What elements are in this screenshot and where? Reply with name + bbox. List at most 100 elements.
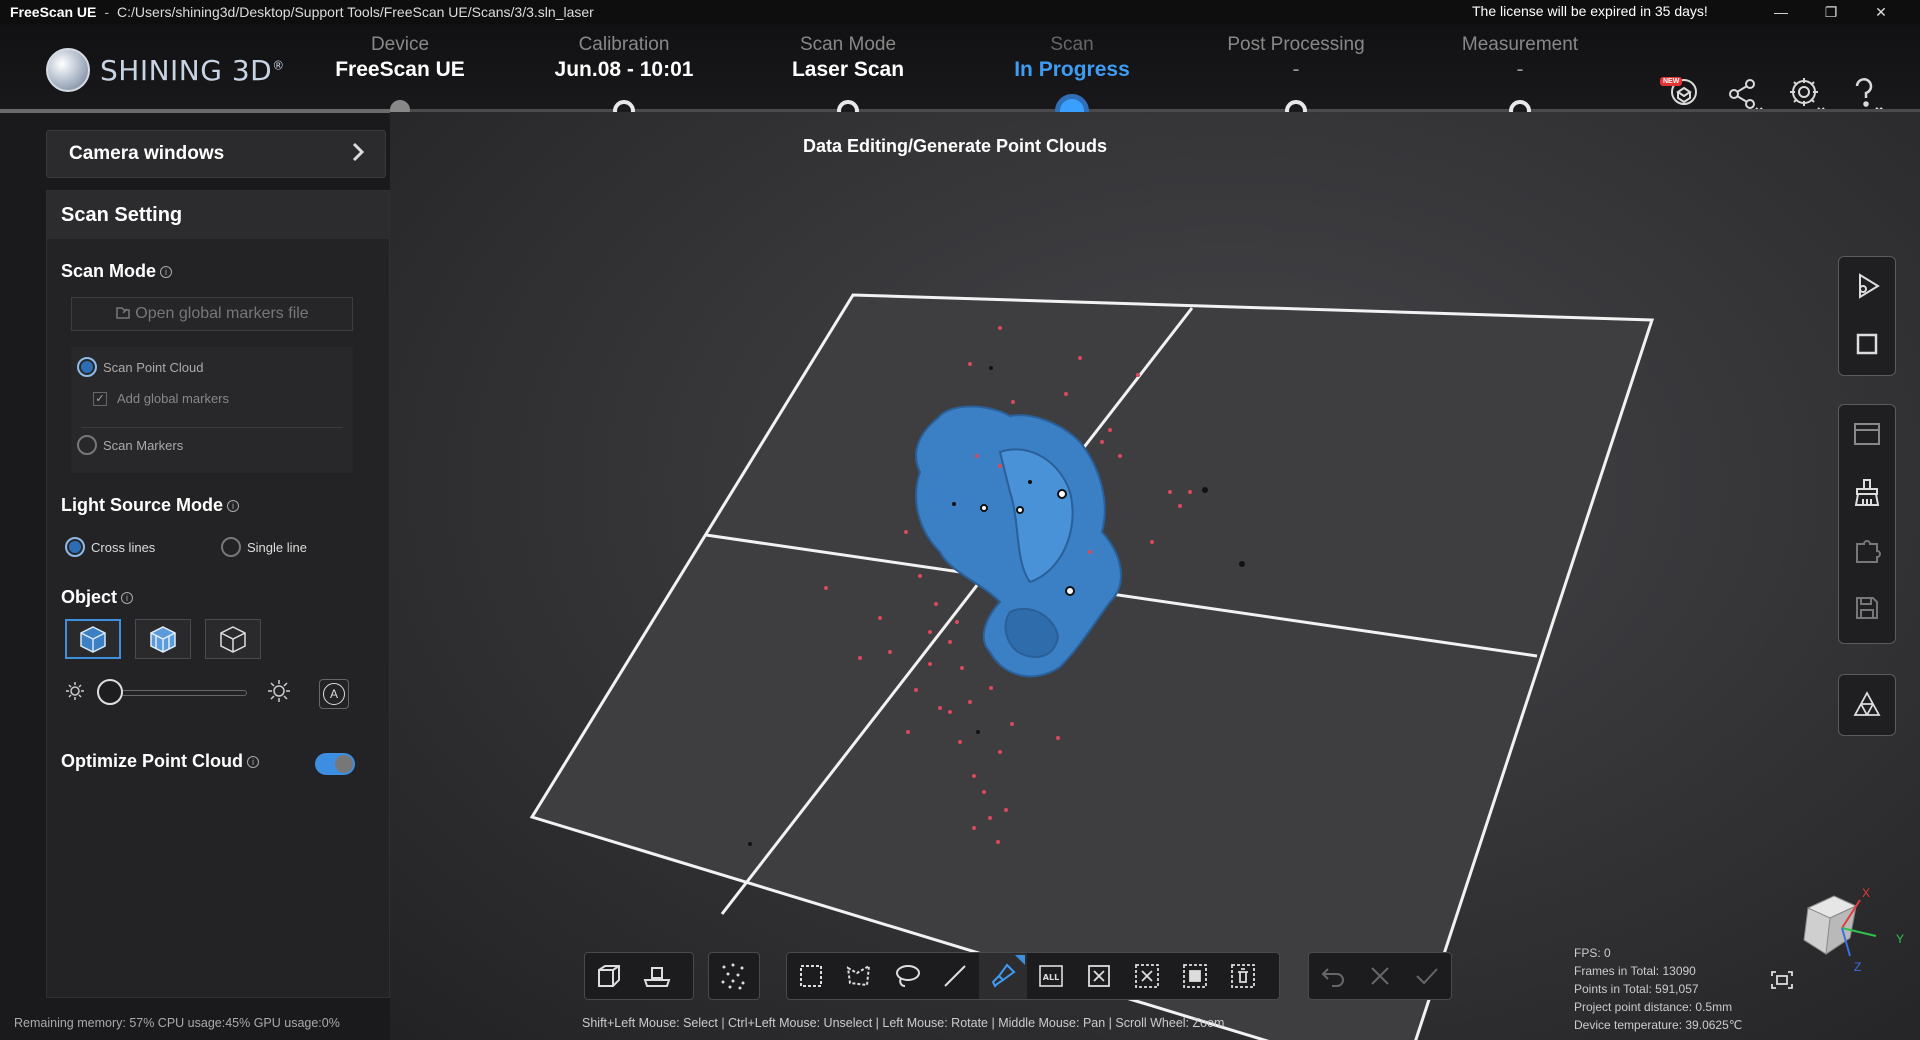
invert-select-icon <box>1135 964 1159 988</box>
point-display-button[interactable] <box>709 953 757 999</box>
step-measurement[interactable]: Measurement - <box>1410 34 1630 82</box>
window-toggle-button[interactable] <box>1839 405 1895 463</box>
scan-point-cloud-radio[interactable]: Scan Point Cloud <box>77 357 203 377</box>
save-button[interactable] <box>1839 579 1895 637</box>
step-post-processing[interactable]: Post Processing - <box>1186 34 1406 82</box>
undo-button[interactable] <box>1309 953 1356 999</box>
object-label: Object <box>61 587 118 607</box>
stop-scan-button[interactable] <box>1839 315 1895 373</box>
polygon-select-button[interactable] <box>835 953 883 999</box>
scan-stats: FPS: 0 Frames in Total: 13090 Points in … <box>1574 944 1742 1034</box>
history-toolbar <box>1308 952 1452 1000</box>
new-badge: NEW <box>1660 77 1683 86</box>
close-button[interactable]: ✕ <box>1858 0 1904 24</box>
line-select-button[interactable] <box>931 953 979 999</box>
info-icon[interactable]: i <box>227 500 239 512</box>
settings-gear-icon[interactable] <box>1786 74 1826 114</box>
fit-view-icon[interactable] <box>1770 970 1794 990</box>
slider-track[interactable] <box>121 690 247 696</box>
share-icon[interactable] <box>1724 74 1764 114</box>
cube-view-icon <box>598 965 620 987</box>
info-icon[interactable]: i <box>121 592 134 604</box>
unselect-all-button[interactable] <box>1075 953 1123 999</box>
device-temperature: Device temperature: 39.0625℃ <box>1574 1018 1743 1032</box>
open-global-markers-label: Open global markers file <box>135 305 309 322</box>
stop-icon <box>1856 333 1878 355</box>
scan-markers-radio[interactable]: Scan Markers <box>77 435 183 455</box>
scan-mode-label: Scan Mode <box>61 261 157 281</box>
open-file-icon <box>115 304 131 325</box>
step-label: Calibration <box>578 34 670 55</box>
auto-exposure-button[interactable]: A <box>319 679 349 709</box>
license-warning: The license will be expired in 35 days! <box>1472 3 1708 19</box>
checkmark-icon: ✓ <box>93 391 107 406</box>
object-wireframe-button[interactable] <box>205 619 261 659</box>
add-global-markers-label: Add global markers <box>117 391 229 406</box>
start-scan-button[interactable] <box>1839 257 1895 315</box>
optimize-heading: Optimize Point Cloud i <box>61 751 259 772</box>
light-source-heading: Light Source Mode i <box>61 495 239 516</box>
clean-button[interactable] <box>1839 463 1895 521</box>
solid-cube-icon <box>80 626 106 653</box>
step-label: Measurement <box>1461 34 1579 55</box>
camera-windows-toggle[interactable]: Camera windows <box>46 130 386 178</box>
help-icon[interactable] <box>1846 74 1886 114</box>
rectangle-select-icon <box>800 965 822 987</box>
info-icon[interactable]: i <box>247 756 259 768</box>
cancel-edit-button[interactable] <box>1356 953 1403 999</box>
step-value: - <box>1516 58 1524 81</box>
play-gear-icon <box>1859 273 1880 299</box>
select-connected-button[interactable] <box>1171 953 1219 999</box>
mesh-icon <box>1853 691 1881 716</box>
orientation-cube[interactable]: X Y Z <box>1790 880 1910 980</box>
step-label: Device <box>370 34 430 55</box>
radio-icon <box>77 435 97 455</box>
step-scan-mode[interactable]: Scan Mode Laser Scan <box>738 34 958 82</box>
step-device[interactable]: Device FreeScan UE <box>290 34 510 82</box>
brand-logo: SHINING 3D® <box>46 48 285 92</box>
step-scan[interactable]: Scan In Progress <box>962 34 1182 82</box>
invert-select-button[interactable] <box>1123 953 1171 999</box>
unselect-icon <box>1088 965 1110 987</box>
trash-icon <box>1231 964 1255 988</box>
apply-edit-button[interactable] <box>1404 953 1451 999</box>
workflow-header: SHINING 3D® Device FreeScan UE Calibrati… <box>0 24 1920 114</box>
striped-cube-icon <box>150 626 176 653</box>
slider-knob[interactable] <box>97 679 123 705</box>
panel-title: Scan Setting <box>47 191 389 239</box>
axis-x-label: X <box>1862 886 1871 900</box>
select-all-button[interactable]: ALL <box>1027 953 1075 999</box>
view-plane-button[interactable] <box>633 953 681 999</box>
step-label: Post Processing <box>1227 34 1365 55</box>
save-icon <box>1856 597 1878 619</box>
step-calibration[interactable]: Calibration Jun.08 - 10:01 <box>514 34 734 82</box>
view-perspective-button[interactable] <box>585 953 633 999</box>
scan-scene <box>529 293 1655 1040</box>
add-global-markers-checkbox[interactable]: ✓ Add global markers <box>93 391 229 406</box>
open-global-markers-button[interactable]: Open global markers file <box>71 297 353 331</box>
info-icon[interactable]: i <box>160 266 173 278</box>
svg-text:ALL: ALL <box>1043 973 1059 982</box>
plugin-button[interactable] <box>1839 521 1895 579</box>
title-bar: FreeScan UE - C:/Users/shining3d/Desktop… <box>0 0 1920 24</box>
mesh-button[interactable] <box>1839 675 1895 733</box>
brightness-slider[interactable]: A <box>61 675 361 709</box>
minimize-button[interactable]: — <box>1758 0 1804 24</box>
selection-toolbar: ALL <box>786 952 1280 1000</box>
select-connected-icon <box>1183 964 1207 988</box>
check-icon <box>1416 968 1439 985</box>
brush-select-button[interactable] <box>979 953 1027 999</box>
points-total: Points in Total: 591,057 <box>1574 982 1699 996</box>
optimize-point-cloud-toggle[interactable] <box>315 753 355 775</box>
3d-viewport[interactable] <box>390 112 1920 1040</box>
polygon-select-icon <box>846 964 871 987</box>
single-line-radio[interactable]: Single line <box>221 537 307 557</box>
delete-selection-button[interactable] <box>1219 953 1267 999</box>
rect-select-button[interactable] <box>787 953 835 999</box>
object-dark-solid-button[interactable] <box>65 619 121 659</box>
title-separator: - <box>104 4 110 20</box>
object-striped-button[interactable] <box>135 619 191 659</box>
cross-lines-radio[interactable]: Cross lines <box>65 537 155 557</box>
lasso-select-button[interactable] <box>883 953 931 999</box>
maximize-button[interactable]: ❐ <box>1808 0 1854 24</box>
